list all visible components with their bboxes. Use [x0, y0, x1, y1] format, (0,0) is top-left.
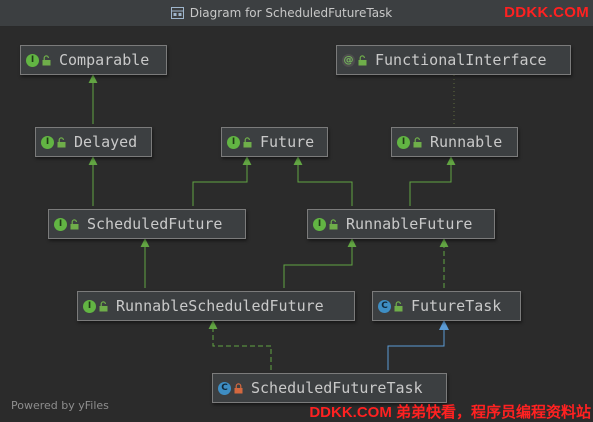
interface-icon: I	[227, 135, 240, 149]
node-functional-interface[interactable]: @ FunctionalInterface	[336, 45, 571, 75]
node-label: RunnableFuture	[346, 215, 473, 233]
unlock-icon	[328, 218, 339, 230]
node-label: FunctionalInterface	[375, 51, 547, 69]
node-label: FutureTask	[411, 297, 502, 315]
node-runnable-future[interactable]: I RunnableFuture	[307, 209, 495, 239]
unlock-icon	[393, 300, 404, 312]
node-scheduled-future[interactable]: I ScheduledFuture	[48, 209, 246, 239]
powered-by-label: Powered by yFiles	[11, 399, 109, 412]
node-label: ScheduledFuture	[87, 215, 223, 233]
unlock-icon	[56, 136, 67, 148]
node-runnable[interactable]: I Runnable	[391, 127, 518, 157]
node-label: ScheduledFutureTask	[251, 379, 423, 397]
node-label: Future	[260, 133, 315, 151]
edge-rsf-extends-runnablefuture	[283, 238, 357, 288]
node-label: Delayed	[74, 133, 138, 151]
node-future[interactable]: I Future	[221, 127, 328, 157]
interface-icon: I	[26, 53, 39, 67]
edge-runnablefuture-extends-runnable	[409, 156, 456, 206]
node-label: Runnable	[430, 133, 503, 151]
unlock-icon	[69, 218, 80, 230]
interface-icon: I	[313, 217, 326, 231]
class-icon: C	[218, 381, 231, 395]
edge-sft-extends-futuretask	[387, 320, 449, 370]
node-label: RunnableScheduledFuture	[116, 297, 324, 315]
class-icon: C	[378, 299, 391, 313]
watermark-bottom: DDKK.COM 弟弟快看，程序员编程资料站	[309, 404, 591, 421]
edge-runnablefuture-extends-future	[293, 156, 353, 206]
interface-icon: I	[397, 135, 410, 149]
watermark-top: DDKK.COM	[504, 4, 589, 21]
unlock-icon	[41, 54, 52, 66]
unlock-icon	[412, 136, 423, 148]
node-delayed[interactable]: I Delayed	[35, 127, 152, 157]
node-future-task[interactable]: C FutureTask	[372, 291, 521, 321]
interface-icon: I	[41, 135, 54, 149]
unlock-icon	[357, 54, 368, 66]
annotation-icon: @	[342, 53, 355, 67]
edge-sft-implements-rsf	[208, 320, 272, 370]
diagram-window: Diagram for ScheduledFutureTask DDKK.COM	[0, 0, 593, 422]
uml-diagram-icon	[170, 7, 184, 19]
window-title: Diagram for ScheduledFutureTask	[189, 6, 393, 20]
lock-icon	[233, 382, 244, 394]
unlock-icon	[98, 300, 109, 312]
node-scheduled-future-task[interactable]: C ScheduledFutureTask	[212, 373, 447, 403]
node-runnable-scheduled-future[interactable]: I RunnableScheduledFuture	[77, 291, 355, 321]
diagram-canvas[interactable]: I Comparable @ FunctionalInterface I Del…	[0, 27, 593, 422]
node-label: Comparable	[59, 51, 150, 69]
edge-scheduledfuture-extends-future	[192, 156, 252, 206]
interface-icon: I	[54, 217, 67, 231]
interface-icon: I	[83, 299, 96, 313]
unlock-icon	[242, 136, 253, 148]
node-comparable[interactable]: I Comparable	[20, 45, 167, 75]
